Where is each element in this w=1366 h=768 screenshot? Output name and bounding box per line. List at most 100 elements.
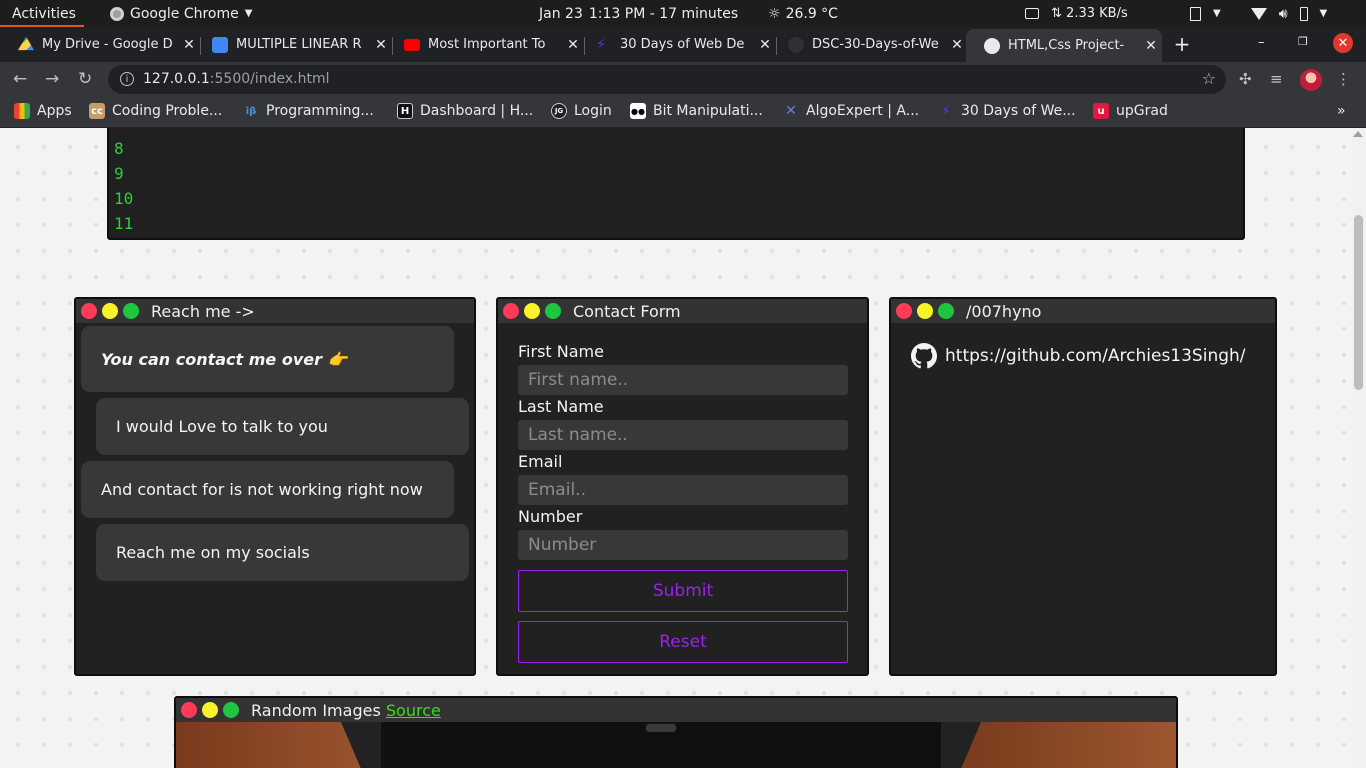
system-top-bar: Activities Google Chrome ▼ Jan 23 1:13 P… [0,0,1366,27]
back-arrow-icon[interactable]: ← [13,69,27,89]
scrollbar-thumb[interactable] [1354,215,1363,390]
volume-icon[interactable]: 🔊︎ [1279,6,1288,22]
url-host: 127.0.0.1 [143,71,210,87]
reset-button[interactable]: Reset [518,621,848,663]
bookmark-coding-problems[interactable]: cc Coding Proble... [89,103,222,119]
number-input[interactable] [518,530,848,560]
extensions-puzzle-icon[interactable]: ✣ [1239,70,1252,88]
maximize-dot-icon[interactable] [223,702,239,718]
github-window: /007hyno https://github.com/Archies13Sin… [889,297,1277,676]
bookmark-label: Login [574,103,612,119]
minimize-dot-icon[interactable] [917,303,933,319]
bookmark-label: Dashboard | H... [420,103,534,119]
reload-icon[interactable]: ↻ [78,69,92,89]
source-link[interactable]: Source [386,701,441,720]
laptop-logo [646,724,676,732]
wifi-icon[interactable] [1250,7,1267,20]
code-line: 11 [114,214,134,233]
tab-30-days-web-dev[interactable]: ⚡ 30 Days of Web De ✕ [578,29,776,60]
last-name-label: Last Name [518,397,604,416]
bookmark-upgrad[interactable]: u upGrad [1093,103,1168,119]
number-label: Number [518,507,583,526]
submit-button[interactable]: Submit [518,570,848,612]
forward-arrow-icon[interactable]: → [45,69,59,89]
url-path: :5500/index.html [209,71,330,87]
github-link-text[interactable]: https://github.com/Archies13Singh/ [945,346,1246,366]
reach-me-window: Reach me -> You can contact me over 👉 I … [74,297,476,676]
app-name: Google Chrome [130,5,239,22]
bookmark-label: Apps [37,103,72,119]
status-tray: ⇅ 2.33 KB/s [1025,0,1128,27]
clock-date: Jan 23 [539,5,583,22]
email-label: Email [518,452,563,471]
window-titlebar: /007hyno [891,299,1275,323]
close-window-icon[interactable]: ✕ [1333,33,1353,53]
chat-bubble: I would Love to talk to you [96,398,469,455]
close-dot-icon[interactable] [81,303,97,319]
minimize-dot-icon[interactable] [102,303,118,319]
tab-google-docs[interactable]: MULTIPLE LINEAR R ✕ [194,29,392,60]
email-input[interactable] [518,475,848,505]
lightning-icon: ⚡ [941,103,951,119]
maximize-dot-icon[interactable] [545,303,561,319]
site-info-icon[interactable]: i [120,72,134,86]
chat-bubble: And contact for is not working right now [81,461,454,518]
apps-grid-icon [14,103,30,119]
new-tab-button[interactable]: + [1170,32,1194,56]
first-name-input[interactable] [518,365,848,395]
address-bar[interactable]: i 127.0.0.1:5500/index.html ☆ [108,65,1226,94]
battery-icon[interactable] [1299,6,1308,21]
bookmark-algoexpert[interactable]: ✕ AlgoExpert | A... [783,103,919,119]
bookmark-star-icon[interactable]: ☆ [1202,69,1216,88]
bookmark-programming[interactable]: iβ Programming... [243,103,374,119]
browser-toolbar: ← → ↻ i 127.0.0.1:5500/index.html ☆ ✣ ≡ … [0,62,1366,97]
github-profile-link[interactable]: https://github.com/Archies13Singh/ [911,343,1246,369]
tab-title: HTML,Css Project- [1008,38,1125,53]
minimize-dot-icon[interactable] [524,303,540,319]
bookmark-30-days-web[interactable]: ⚡ 30 Days of We... [938,103,1075,119]
activities-button[interactable]: Activities [12,0,76,27]
close-dot-icon[interactable] [896,303,912,319]
weather-indicator[interactable]: ☼ 26.9 °C [768,0,838,27]
address-url[interactable]: 127.0.0.1:5500/index.html [143,71,330,87]
bookmark-apps[interactable]: Apps [14,103,72,119]
screenshot-icon[interactable] [1025,8,1039,19]
bookmark-bit-manipulation[interactable]: ●● Bit Manipulati... [630,103,763,119]
restore-icon[interactable]: ❐ [1298,35,1308,48]
chrome-icon [110,6,124,21]
close-dot-icon[interactable] [181,702,197,718]
bookmark-dashboard[interactable]: H Dashboard | H... [397,103,533,119]
power-caret-down-icon[interactable]: ▼ [1320,8,1328,19]
bookmark-label: Coding Proble... [112,103,223,119]
minimize-icon[interactable]: – [1258,35,1265,50]
app-menu[interactable]: Google Chrome ▼ [110,0,252,27]
more-menu-icon[interactable]: ⋮ [1336,70,1351,88]
profile-avatar[interactable] [1300,69,1322,91]
up-down-arrows-icon: ⇅ [1051,6,1062,21]
maximize-dot-icon[interactable] [123,303,139,319]
clipboard-caret-down-icon[interactable]: ▼ [1213,8,1221,19]
clipboard-icon[interactable] [1190,6,1201,21]
close-dot-icon[interactable] [503,303,519,319]
tab-github-dsc[interactable]: DSC-30-Days-of-We ✕ [770,29,968,60]
minimize-dot-icon[interactable] [202,702,218,718]
tab-close-icon[interactable]: ✕ [1140,38,1162,54]
codechef-icon: cc [89,103,105,119]
tab-strip: My Drive - Google D ✕ MULTIPLE LINEAR R … [0,27,1366,62]
maximize-dot-icon[interactable] [938,303,954,319]
clock[interactable]: Jan 23 1:13 PM - 17 minutes [539,0,738,27]
medium-icon: ●● [630,103,646,119]
bookmarks-overflow-icon[interactable]: » [1337,103,1346,119]
tab-title: My Drive - Google D [42,37,173,52]
bookmark-login[interactable]: JG Login [551,103,612,119]
algoexpert-icon: ✕ [785,103,797,119]
tab-youtube[interactable]: Most Important To ✕ [386,29,584,60]
last-name-input[interactable] [518,420,848,450]
scroll-up-arrow-icon[interactable] [1353,131,1363,137]
github-icon [788,36,804,53]
media-queue-icon[interactable]: ≡ [1270,70,1283,88]
tab-google-drive[interactable]: My Drive - Google D ✕ [0,29,200,60]
tab-html-css-project[interactable]: HTML,Css Project- ✕ [966,29,1162,62]
youtube-icon [404,38,420,51]
tab-close-icon[interactable]: ✕ [946,37,968,53]
